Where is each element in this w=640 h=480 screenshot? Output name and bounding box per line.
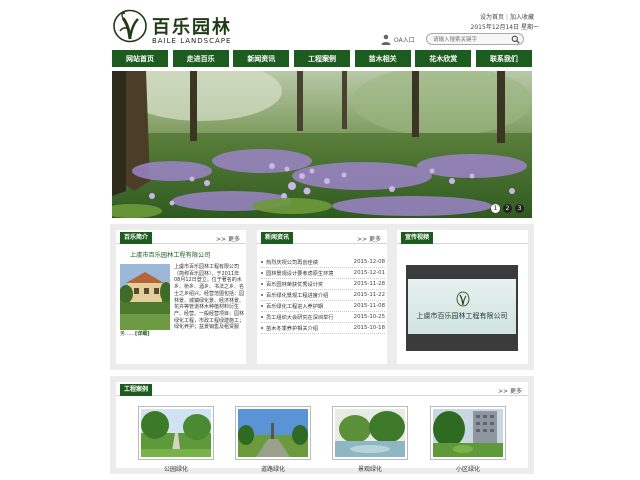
company-photo <box>120 264 170 330</box>
search-input[interactable] <box>433 35 509 44</box>
video-player[interactable]: 上虞市百乐园林工程有限公司 <box>406 265 518 351</box>
content-section: 百乐简介 >> 更多 上虞市百乐园林工程有限公司 上虞市百乐园林工程有限公司（简… <box>110 224 534 370</box>
news-item[interactable]: 百乐绿化工程进入养护期 2015-11-08 <box>261 301 385 312</box>
news-item[interactable]: 热烈庆祝公司再创佳绩 2015-12-08 <box>261 257 385 268</box>
detail-link[interactable]: [详细] <box>135 331 150 337</box>
news-item[interactable]: 园林景观设计要考虑原生环境 2015-12-01 <box>261 268 385 279</box>
brand-name-cn: 百乐园林 <box>152 17 232 38</box>
news-date: 2015-10-18 <box>353 325 385 331</box>
news-title: 员工组织大会研究在深圳举行 <box>266 314 334 321</box>
set-home-link[interactable]: 设为首页 <box>480 14 504 21</box>
project-thumbnail <box>332 406 408 460</box>
intro-panel: 百乐简介 >> 更多 上虞市百乐园林工程有限公司 上虞市百乐园林工程有限公司（简… <box>116 230 246 364</box>
projects-panel: 工程案例 >> 更多 公园绿化 道路绿化 景观绿化 小区绿化 <box>116 382 528 473</box>
projects-tag: 工程案例 <box>120 384 153 396</box>
news-more-link[interactable]: >> 更多 <box>357 234 381 243</box>
news-date: 2015-11-08 <box>353 303 385 309</box>
news-title: 热烈庆祝公司再创佳绩 <box>266 259 318 266</box>
project-thumbnail <box>430 406 506 460</box>
bullet <box>261 283 263 285</box>
oa-entry-link[interactable]: OA入口 <box>381 33 415 45</box>
top-links: 设为首页 | 加入收藏 <box>480 12 534 21</box>
slide-dots: 1 2 3 <box>491 204 524 213</box>
user-icon <box>381 34 391 45</box>
intro-panel-header: 百乐简介 >> 更多 <box>116 230 246 244</box>
news-date: 2015-12-01 <box>353 270 385 276</box>
banner-slideshow[interactable]: 1 2 3 <box>112 71 532 218</box>
project-thumbnail <box>235 406 311 460</box>
bullet <box>261 305 263 307</box>
main-nav: 网站首页 走进百乐 新闻资讯 工程案例 苗木相关 花木欣赏 联系我们 <box>112 50 532 67</box>
news-tag: 新闻资讯 <box>261 232 294 244</box>
add-favorite-link[interactable]: 加入收藏 <box>510 14 534 21</box>
intro-tag: 百乐简介 <box>120 232 153 244</box>
banner-image <box>112 71 532 218</box>
park-photo <box>141 409 211 457</box>
news-item[interactable]: 苗木冬季养护相关介绍 2015-10-18 <box>261 323 385 334</box>
nav-contact[interactable]: 联系我们 <box>475 50 532 67</box>
nav-seedlings[interactable]: 苗木相关 <box>354 50 411 67</box>
bullet <box>261 294 263 296</box>
slide-dot-1[interactable]: 1 <box>491 204 500 213</box>
news-panel-header: 新闻资讯 >> 更多 <box>257 230 387 244</box>
landscape-photo <box>335 409 405 457</box>
nav-projects[interactable]: 工程案例 <box>293 50 350 67</box>
news-date: 2015-11-28 <box>353 281 385 287</box>
separator: | <box>505 14 508 21</box>
logo-tree-icon <box>456 291 470 307</box>
project-card[interactable]: 小区绿化 <box>430 406 506 473</box>
residential-photo <box>433 409 503 457</box>
intro-more-link[interactable]: >> 更多 <box>216 234 240 243</box>
news-item[interactable]: 员工组织大会研究在深圳举行 2015-10-25 <box>261 312 385 323</box>
projects-section: 工程案例 >> 更多 公园绿化 道路绿化 景观绿化 小区绿化 <box>110 376 534 474</box>
news-date: 2015-10-25 <box>353 314 385 320</box>
slide-dot-2[interactable]: 2 <box>503 204 512 213</box>
video-screen: 上虞市百乐园林工程有限公司 <box>408 279 516 334</box>
current-date: 2015年12月14日 星期一 <box>470 24 539 31</box>
project-label: 小区绿化 <box>455 466 480 473</box>
search-icon[interactable] <box>511 35 520 44</box>
projects-panel-header: 工程案例 >> 更多 <box>116 382 528 396</box>
news-item[interactable]: 百乐园林荣获优秀设计奖 2015-11-28 <box>261 279 385 290</box>
bullet <box>261 261 263 263</box>
nav-home[interactable]: 网站首页 <box>112 50 168 67</box>
news-list: 热烈庆祝公司再创佳绩 2015-12-08 园林景观设计要考虑原生环境 2015-1… <box>261 257 385 334</box>
project-thumbnail <box>138 406 214 460</box>
news-item[interactable]: 百乐绿化景观工程进度介绍 2015-11-22 <box>261 290 385 301</box>
projects-more-link[interactable]: >> 更多 <box>498 386 522 395</box>
video-title: 上虞市百乐园林工程有限公司 <box>416 312 508 320</box>
road-photo <box>238 409 308 457</box>
company-name: 上虞市百乐园林工程有限公司 <box>130 252 211 259</box>
project-label: 公园绿化 <box>163 466 188 473</box>
bullet <box>261 327 263 329</box>
oa-label: OA入口 <box>394 36 415 44</box>
video-panel: 宣传视频 上虞市百乐园林工程有限公司 <box>397 230 528 364</box>
news-panel: 新闻资讯 >> 更多 热烈庆祝公司再创佳绩 2015-12-08 园林景观设计要考… <box>257 230 387 364</box>
nav-news[interactable]: 新闻资讯 <box>233 50 290 67</box>
news-date: 2015-12-08 <box>353 259 385 265</box>
news-title: 百乐绿化工程进入养护期 <box>266 303 324 310</box>
news-title: 百乐园林荣获优秀设计奖 <box>266 281 324 288</box>
project-label: 道路绿化 <box>260 466 285 473</box>
project-label: 景观绿化 <box>357 466 382 473</box>
site-logo[interactable]: 百乐园林 BAILE LANDSCAPE <box>112 8 242 45</box>
news-title: 苗木冬季养护相关介绍 <box>266 325 318 332</box>
nav-about[interactable]: 走进百乐 <box>172 50 229 67</box>
news-date: 2015-11-22 <box>353 292 385 298</box>
bullet <box>261 272 263 274</box>
news-title: 百乐绿化景观工程进度介绍 <box>266 292 329 299</box>
news-title: 园林景观设计要考虑原生环境 <box>266 270 334 277</box>
search-box <box>426 33 524 45</box>
video-panel-header: 宣传视频 <box>397 230 528 244</box>
video-tag: 宣传视频 <box>401 232 434 244</box>
project-card[interactable]: 道路绿化 <box>235 406 311 473</box>
brand-name-en: BAILE LANDSCAPE <box>152 37 232 45</box>
bullet <box>261 316 263 318</box>
logo-tree-icon <box>113 9 147 43</box>
slide-dot-3[interactable]: 3 <box>515 204 524 213</box>
project-card[interactable]: 景观绿化 <box>332 406 408 473</box>
project-card[interactable]: 公园绿化 <box>138 406 214 473</box>
nav-flowers[interactable]: 花木欣赏 <box>415 50 472 67</box>
